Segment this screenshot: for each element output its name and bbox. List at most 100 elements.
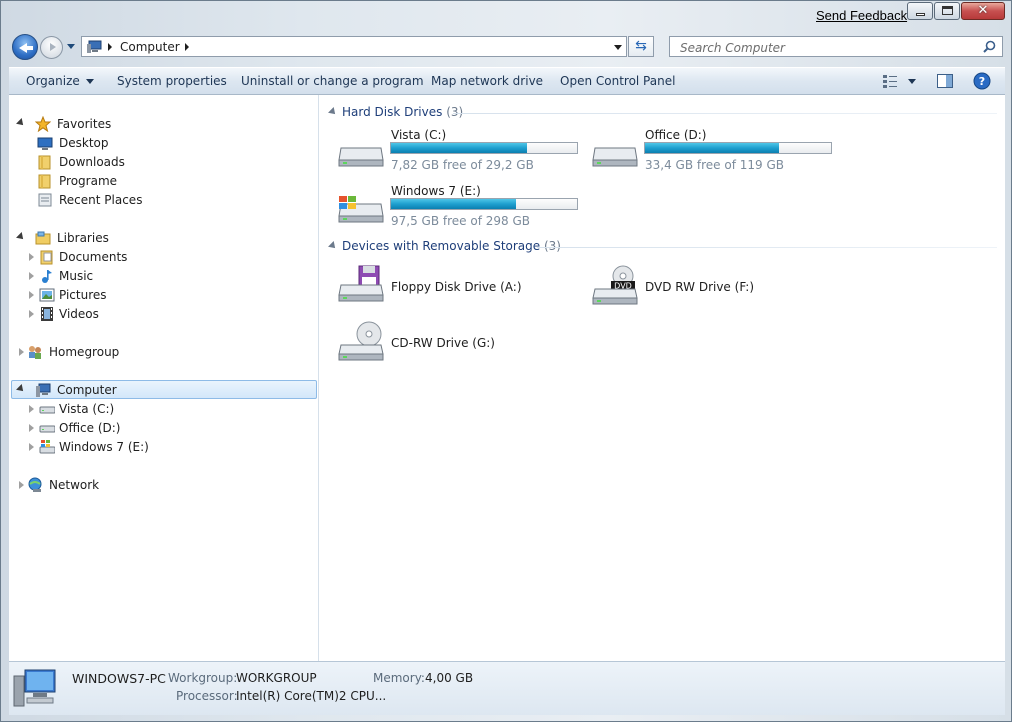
refresh-button[interactable]: ⇆ bbox=[628, 36, 654, 57]
expand-closed-icon[interactable] bbox=[29, 253, 34, 261]
back-button[interactable] bbox=[12, 34, 38, 60]
preview-pane-icon bbox=[937, 74, 953, 88]
computer-name: WINDOWS7-PC bbox=[72, 671, 166, 686]
libraries-icon bbox=[35, 231, 51, 245]
search-icon[interactable] bbox=[983, 40, 996, 53]
minimize-icon bbox=[916, 13, 925, 16]
tree-label: Libraries bbox=[57, 231, 109, 245]
cd-drive-icon bbox=[338, 321, 384, 361]
expand-closed-icon[interactable] bbox=[29, 272, 34, 280]
usage-bar-fill bbox=[645, 143, 779, 153]
open-control-panel-button[interactable]: Open Control Panel bbox=[560, 74, 675, 88]
expand-closed-icon[interactable] bbox=[29, 424, 34, 432]
tree-label: Vista (C:) bbox=[59, 402, 115, 416]
help-button[interactable]: ? bbox=[973, 72, 991, 93]
group-header-removable-storage[interactable]: Devices with Removable Storage (3) bbox=[342, 239, 561, 253]
drive-name: Office (D:) bbox=[645, 128, 707, 142]
expand-open-icon[interactable] bbox=[16, 118, 26, 128]
documents-icon bbox=[40, 250, 53, 265]
drive-icon bbox=[39, 425, 55, 433]
drive-tile-vista-c[interactable]: Vista (C:) 7,82 GB free of 29,2 GB bbox=[337, 128, 587, 173]
usage-bar-fill bbox=[391, 199, 517, 209]
forward-button[interactable] bbox=[40, 36, 63, 59]
caption-buttons: ✕ bbox=[906, 2, 1005, 20]
collapse-group-icon[interactable] bbox=[328, 107, 338, 117]
uninstall-program-button[interactable]: Uninstall or change a program bbox=[241, 74, 424, 88]
group-title: Devices with Removable Storage bbox=[342, 239, 541, 253]
system-properties-button[interactable]: System properties bbox=[117, 74, 227, 88]
group-count: (3) bbox=[446, 105, 464, 119]
drive-icon bbox=[39, 406, 55, 414]
hard-drive-icon bbox=[592, 147, 638, 167]
view-options-dropdown[interactable] bbox=[908, 79, 916, 84]
breadcrumb-computer[interactable]: Computer bbox=[120, 40, 180, 54]
details-pane: WINDOWS7-PC Workgroup: WORKGROUP Memory:… bbox=[9, 661, 1005, 715]
group-header-hard-disk-drives[interactable]: Hard Disk Drives (3) bbox=[342, 105, 463, 119]
explorer-window: Send Feedback ✕ Computer ⇆ Organize Syst… bbox=[0, 0, 1012, 722]
group-divider bbox=[537, 247, 997, 248]
expand-closed-icon[interactable] bbox=[19, 348, 24, 356]
drive-tile-cdrw-g[interactable]: CD-RW Drive (G:) bbox=[337, 321, 557, 366]
address-bar[interactable]: Computer bbox=[81, 36, 627, 57]
change-view-button[interactable] bbox=[882, 74, 900, 91]
preview-pane-button[interactable] bbox=[937, 74, 953, 91]
organize-menu[interactable]: Organize bbox=[26, 74, 94, 88]
search-input[interactable] bbox=[678, 39, 972, 56]
usage-bar-fill bbox=[391, 143, 528, 153]
expand-closed-icon[interactable] bbox=[19, 481, 24, 489]
tree-label: Music bbox=[59, 269, 94, 283]
drive-tile-office-d[interactable]: Office (D:) 33,4 GB free of 119 GB bbox=[591, 128, 841, 173]
svg-text:?: ? bbox=[979, 75, 985, 88]
workgroup-label: Workgroup: bbox=[168, 671, 238, 685]
tree-label: Network bbox=[49, 478, 100, 492]
expand-closed-icon[interactable] bbox=[29, 291, 34, 299]
address-history-dropdown[interactable] bbox=[614, 45, 622, 50]
network-icon bbox=[28, 477, 42, 492]
star-icon bbox=[35, 116, 51, 132]
usage-bar bbox=[390, 142, 578, 154]
close-button[interactable]: ✕ bbox=[961, 2, 1005, 20]
usage-bar bbox=[390, 198, 578, 210]
tree-label: Computer bbox=[57, 383, 117, 397]
drive-tile-windows7-e[interactable]: Windows 7 (E:) 97,5 GB free of 298 GB bbox=[337, 184, 587, 229]
expand-open-icon[interactable] bbox=[16, 232, 26, 242]
computer-icon bbox=[36, 383, 51, 397]
recent-pages-dropdown[interactable] bbox=[67, 44, 75, 49]
drive-tile-dvd-f[interactable]: DVD DVD RW Drive (F:) bbox=[591, 265, 811, 310]
drive-name: Windows 7 (E:) bbox=[391, 184, 481, 198]
pictures-icon bbox=[39, 288, 55, 302]
expand-closed-icon[interactable] bbox=[29, 405, 34, 413]
expand-closed-icon[interactable] bbox=[29, 443, 34, 451]
drive-tile-floppy-a[interactable]: Floppy Disk Drive (A:) bbox=[337, 265, 557, 310]
drive-name: Floppy Disk Drive (A:) bbox=[391, 280, 522, 294]
tree-label: Homegroup bbox=[49, 345, 120, 359]
minimize-button[interactable] bbox=[907, 2, 933, 20]
tree-label: Videos bbox=[59, 307, 99, 321]
drive-free-space: 7,82 GB free of 29,2 GB bbox=[391, 158, 534, 172]
tree-label: Downloads bbox=[59, 155, 125, 169]
send-feedback-link[interactable]: Send Feedback bbox=[816, 8, 907, 23]
collapse-group-icon[interactable] bbox=[328, 241, 338, 251]
tree-label: Pictures bbox=[59, 288, 107, 302]
windows-drive-icon bbox=[338, 196, 384, 223]
maximize-button[interactable] bbox=[934, 2, 960, 20]
breadcrumb-separator[interactable] bbox=[108, 43, 112, 51]
map-network-drive-button[interactable]: Map network drive bbox=[431, 74, 543, 88]
search-box[interactable] bbox=[669, 36, 1003, 57]
memory-value: 4,00 GB bbox=[425, 671, 474, 685]
memory-label: Memory: bbox=[373, 671, 425, 685]
tree-label: Documents bbox=[59, 250, 128, 264]
drive-name: Vista (C:) bbox=[391, 128, 447, 142]
breadcrumb-separator[interactable] bbox=[185, 43, 189, 51]
expand-closed-icon[interactable] bbox=[29, 310, 34, 318]
group-divider bbox=[453, 113, 997, 114]
recent-places-icon bbox=[38, 193, 52, 207]
computer-icon bbox=[13, 669, 56, 707]
chevron-down-icon bbox=[85, 79, 94, 84]
group-count: (3) bbox=[543, 239, 561, 253]
tree-label: Office (D:) bbox=[59, 421, 121, 435]
tree-label: Programe bbox=[59, 174, 118, 188]
command-bar: Organize System properties Uninstall or … bbox=[9, 67, 1005, 95]
help-icon: ? bbox=[973, 72, 991, 90]
desktop-icon bbox=[37, 137, 53, 150]
